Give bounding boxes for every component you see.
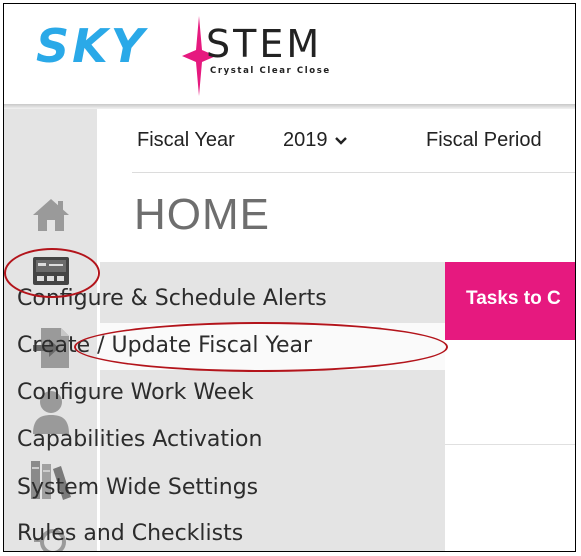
fiscal-period-label: Fiscal Period	[426, 129, 542, 151]
logo-tagline: Crystal Clear Close	[210, 66, 331, 76]
page-title: HOME	[134, 190, 270, 239]
screenshot-frame: SKY STEM Crystal Clear Close Fiscal Year…	[3, 3, 576, 552]
tasks-tab-label[interactable]: Tasks to C	[466, 288, 561, 310]
menu-item-system-wide-settings[interactable]: System Wide Settings	[17, 475, 258, 500]
home-icon[interactable]	[4, 197, 97, 233]
filter-divider	[132, 172, 575, 173]
filter-bar: Fiscal Year 2019 Fiscal Period	[97, 109, 575, 169]
menu-item-configure-work-week[interactable]: Configure Work Week	[17, 380, 254, 405]
fiscal-year-label: Fiscal Year	[137, 129, 235, 151]
chevron-down-icon	[334, 136, 347, 145]
fiscal-year-value: 2019	[283, 129, 328, 151]
menu-item-rules-and-checklists[interactable]: Rules and Checklists	[17, 521, 243, 546]
content-divider	[445, 444, 575, 445]
app-header: SKY STEM Crystal Clear Close	[4, 4, 575, 104]
logo-sky-text: SKY	[36, 19, 148, 73]
fiscal-year-select[interactable]: 2019	[283, 129, 348, 152]
menu-item-capabilities-activation[interactable]: Capabilities Activation	[17, 427, 262, 452]
logo-stem-text: STEM	[206, 22, 323, 66]
annotation-ellipse-fiscal-year-item	[74, 322, 448, 372]
annotation-ellipse-admin-icon	[4, 248, 100, 298]
